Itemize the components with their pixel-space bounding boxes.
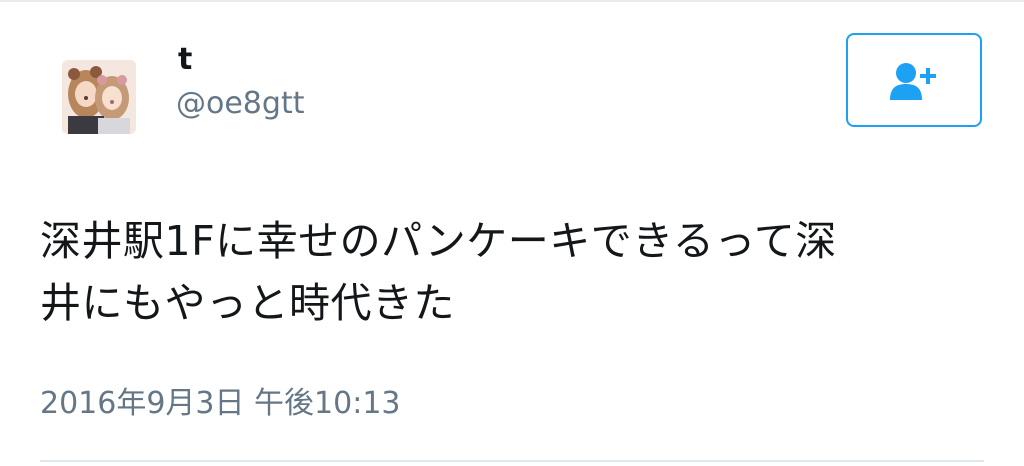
user-handle[interactable]: @oe8gtt (176, 82, 304, 126)
tweet-timestamp[interactable]: 2016年9月3日 午後10:13 (40, 382, 401, 426)
top-divider (0, 0, 1024, 2)
bottom-divider (40, 460, 984, 462)
avatar[interactable] (62, 60, 136, 134)
add-user-icon (890, 63, 936, 100)
avatar-photo-icon (62, 60, 136, 134)
tweet-text-line: 深井駅1Fに幸せのパンケーキできるって深 (40, 217, 837, 265)
tweet-text: 深井駅1Fに幸せのパンケーキできるって深 井にもやっと時代きた (40, 210, 950, 334)
display-name[interactable]: t (178, 38, 192, 82)
follow-button[interactable] (846, 33, 982, 127)
tweet-text-line: 井にもやっと時代きた (40, 279, 455, 327)
